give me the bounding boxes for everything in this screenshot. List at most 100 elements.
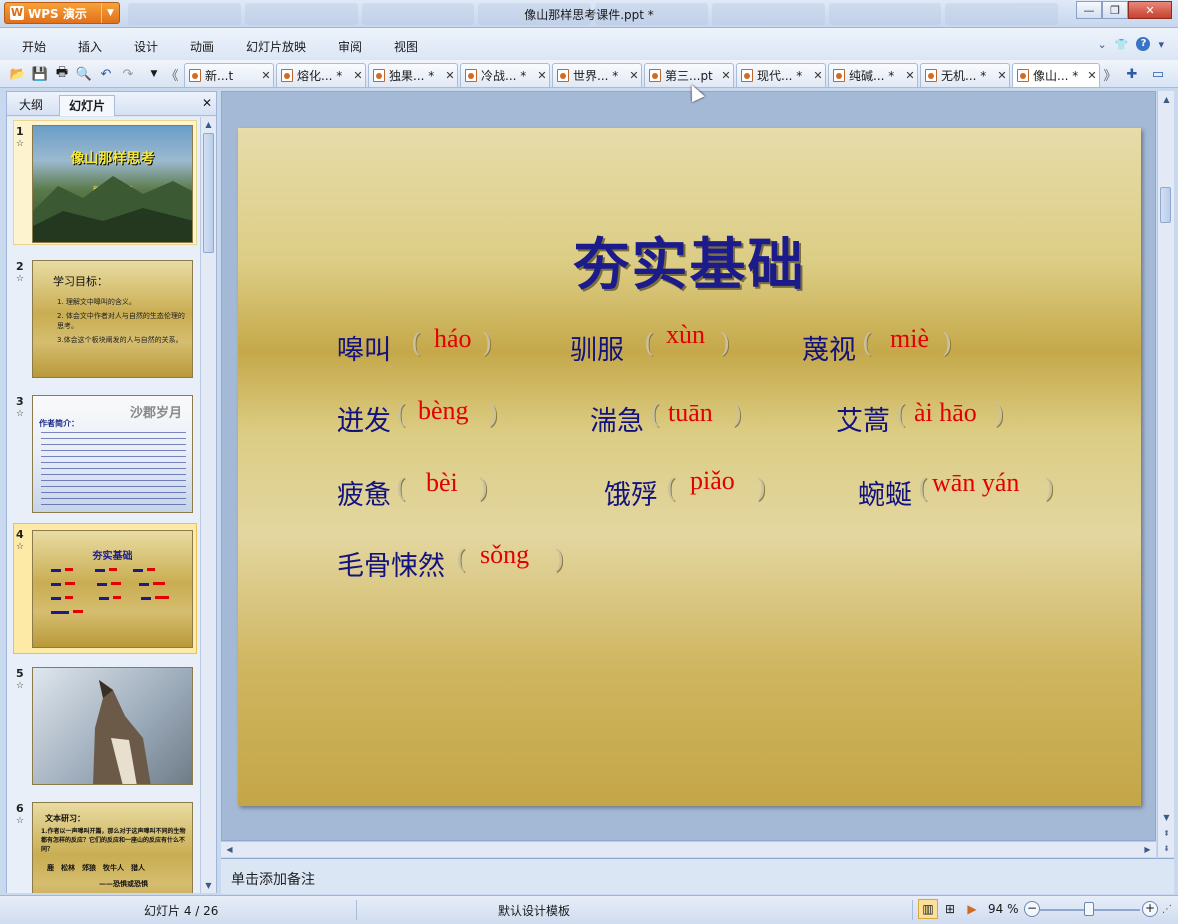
edit-area-horizontal-scrollbar[interactable]: ◀ ▶ [221, 841, 1156, 857]
skin-icon[interactable]: 👕 [1115, 38, 1129, 51]
vocab-word[interactable]: 毛骨悚然 [337, 544, 445, 583]
vocab-pinyin[interactable]: bèng [418, 396, 469, 426]
doc-tab[interactable]: 纯碱... * ✕ [828, 63, 918, 87]
vocab-word[interactable]: 湍急 [590, 399, 644, 438]
close-window-button[interactable]: ✕ [1128, 1, 1172, 19]
normal-view-icon[interactable]: ▥ [918, 899, 938, 919]
edit-area-vertical-scrollbar[interactable]: ▲ ▼ ⇞ ⇟ [1157, 91, 1174, 857]
scroll-up-icon[interactable]: ▲ [202, 118, 215, 131]
vocab-word[interactable]: 艾蒿 [836, 399, 890, 438]
save-icon[interactable]: 💾 [32, 66, 48, 82]
tabs-scroll-right-icon[interactable]: 》 [1102, 66, 1118, 84]
scrollbar-thumb[interactable] [1160, 187, 1171, 223]
undo-icon[interactable]: ↶ [98, 66, 114, 82]
close-panel-icon[interactable]: ✕ [202, 96, 212, 110]
doc-tab-active[interactable]: 像山... * ✕ [1012, 63, 1100, 87]
scroll-down-icon[interactable]: ▼ [1160, 811, 1173, 824]
doc-tab[interactable]: 冷战... * ✕ [460, 63, 550, 87]
doc-tab[interactable]: 世界... * ✕ [552, 63, 642, 87]
zoom-out-icon[interactable]: − [1024, 901, 1040, 917]
help-icon[interactable]: ? [1136, 37, 1151, 51]
redo-icon[interactable]: ↷ [120, 66, 136, 82]
minimize-button[interactable]: — [1076, 1, 1102, 19]
new-tab-icon[interactable]: ✚ [1124, 66, 1140, 82]
menu-home[interactable]: 开始 [22, 38, 46, 55]
slide-thumb-5[interactable]: 5 ☆ [13, 662, 197, 787]
vocab-word[interactable]: 驯服 [570, 328, 624, 367]
menu-review[interactable]: 审阅 [338, 38, 362, 55]
scrollbar-thumb[interactable] [203, 133, 214, 253]
menu-insert[interactable]: 插入 [78, 38, 102, 55]
slide-thumb-4-selected[interactable]: 4 ☆ 夯实基础 [13, 523, 197, 654]
menu-design[interactable]: 设计 [134, 38, 158, 55]
open-folder-icon[interactable]: 📂 [10, 66, 26, 82]
vocab-word[interactable]: 迸发 [337, 399, 391, 438]
scroll-down-icon[interactable]: ▼ [202, 879, 215, 892]
tab-outline[interactable]: 大纲 [11, 95, 51, 116]
doc-tab[interactable]: 独果... * ✕ [368, 63, 458, 87]
maximize-button[interactable]: ❐ [1102, 1, 1128, 19]
previous-slide-icon[interactable]: ⇞ [1160, 827, 1173, 840]
close-tab-icon[interactable]: ✕ [259, 69, 273, 82]
toolbar-dropdown-icon[interactable]: ▼ [146, 66, 162, 82]
vocab-word[interactable]: 蔑视 [802, 328, 856, 367]
tab-slides[interactable]: 幻灯片 [59, 95, 115, 116]
close-tab-icon[interactable]: ✕ [351, 69, 365, 82]
vocab-pinyin[interactable]: bèi [426, 468, 458, 498]
tab-list-icon[interactable]: ▭ [1150, 66, 1166, 82]
vocab-pinyin[interactable]: xùn [666, 320, 705, 350]
doc-tab[interactable]: 现代... * ✕ [736, 63, 826, 87]
zoom-in-icon[interactable]: + [1142, 901, 1158, 917]
scroll-left-icon[interactable]: ◀ [223, 843, 236, 856]
close-tab-icon[interactable]: ✕ [811, 69, 825, 82]
menu-animation[interactable]: 动画 [190, 38, 214, 55]
scroll-right-icon[interactable]: ▶ [1141, 843, 1154, 856]
vocab-word[interactable]: 蜿蜒 [858, 473, 912, 512]
zoom-slider-handle[interactable] [1084, 902, 1094, 916]
vocab-pinyin[interactable]: tuān [668, 398, 713, 428]
vocab-pinyin[interactable]: wān yán [932, 468, 1019, 498]
doc-tab[interactable]: 第三...pt ✕ [644, 63, 734, 87]
vocab-pinyin[interactable]: háo [434, 324, 472, 354]
close-tab-icon[interactable]: ✕ [627, 69, 641, 82]
close-tab-icon[interactable]: ✕ [903, 69, 917, 82]
slide-sorter-icon[interactable]: ⊞ [940, 899, 960, 919]
close-tab-icon[interactable]: ✕ [719, 69, 733, 82]
slide-thumb-6[interactable]: 6 ☆ 文本研习： 1.作者以一声嗥叫开篇，那么对于这声嗥叫不同的生物都有怎样的反… [13, 797, 197, 893]
slideshow-icon[interactable]: ▶ [962, 899, 982, 919]
vocab-word[interactable]: 嗥叫 [337, 328, 391, 367]
doc-tab[interactable]: 新...t ✕ [184, 63, 274, 87]
tabs-scroll-left-icon[interactable]: 《 [164, 66, 180, 84]
doc-tab[interactable]: 无机... * ✕ [920, 63, 1010, 87]
vocab-pinyin[interactable]: ài hāo [914, 398, 977, 428]
slide-thumb-2[interactable]: 2 ☆ 学习目标： 1. 理解文中嗥叫的含义。 2. 体会文中作者对人与自然的生态… [13, 255, 197, 380]
close-tab-icon[interactable]: ✕ [995, 69, 1009, 82]
print-icon[interactable]: 🖶 [54, 65, 70, 82]
print-preview-icon[interactable]: 🔍 [76, 66, 92, 82]
close-tab-icon[interactable]: ✕ [443, 69, 457, 82]
menu-slideshow[interactable]: 幻灯片放映 [246, 38, 306, 55]
next-slide-icon[interactable]: ⇟ [1160, 842, 1173, 855]
slide-edit-area[interactable]: 夯实基础 嗥叫 ( háo ) 驯服 ( xùn ) 蔑视 ( miè ) 迸发… [221, 91, 1156, 841]
resize-grip-icon[interactable]: ⋰ [1162, 904, 1172, 915]
menu-view[interactable]: 视图 [394, 38, 418, 55]
slide-thumb-3[interactable]: 3 ☆ 沙郡岁月 作者简介： [13, 390, 197, 515]
doc-tab[interactable]: 熔化... * ✕ [276, 63, 366, 87]
vocab-word[interactable]: 饿殍 [604, 473, 658, 512]
current-slide[interactable]: 夯实基础 嗥叫 ( háo ) 驯服 ( xùn ) 蔑视 ( miè ) 迸发… [238, 128, 1141, 806]
slide-thumb-1[interactable]: 1☆ 像山那样思考 高中 人教 选修 [13, 120, 197, 245]
close-tab-icon[interactable]: ✕ [1085, 69, 1099, 82]
vocab-pinyin[interactable]: piǎo [690, 466, 735, 496]
slide-panel-scrollbar[interactable]: ▲ ▼ [200, 117, 216, 893]
vocab-pinyin[interactable]: sǒng [480, 540, 529, 570]
notes-placeholder[interactable]: 单击添加备注 [231, 869, 315, 889]
scroll-up-icon[interactable]: ▲ [1160, 93, 1173, 106]
help-dropdown-icon[interactable]: ▾ [1158, 38, 1164, 51]
vocab-pinyin[interactable]: miè [890, 324, 929, 354]
slide-title[interactable]: 夯实基础 [238, 220, 1141, 301]
close-tab-icon[interactable]: ✕ [535, 69, 549, 82]
vocab-word[interactable]: 疲惫 [337, 473, 391, 512]
design-template-name[interactable]: 默认设计模板 [498, 902, 570, 919]
collapse-ribbon-icon[interactable]: ⌄ [1098, 38, 1107, 51]
notes-pane[interactable]: 单击添加备注 [221, 858, 1174, 894]
